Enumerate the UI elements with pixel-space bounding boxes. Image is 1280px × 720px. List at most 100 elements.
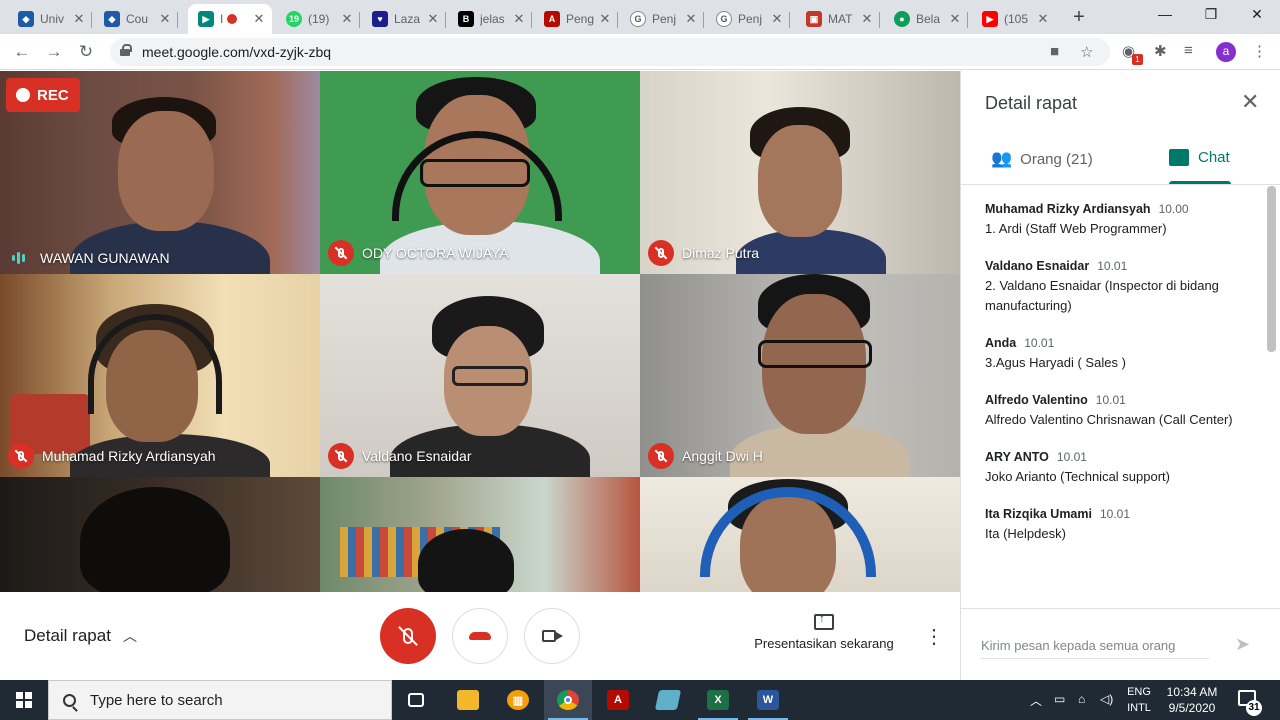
taskbar: Type here to search ▥ A X W ︿ ▭ ⌂ ◁) ENG… <box>0 680 1280 720</box>
message-text: Ita (Helpdesk) <box>985 526 1066 541</box>
camera-toggle-button[interactable] <box>524 608 580 664</box>
participant-tile[interactable]: Muhamad Rizky Ardiansyah <box>0 274 320 477</box>
close-icon[interactable]: ✕ <box>72 11 86 27</box>
meeting-details-button[interactable]: Detail rapat ︿ <box>24 626 137 646</box>
present-now-button[interactable]: Presentasikan sekarang <box>752 611 896 651</box>
more-options-icon[interactable]: ⋮ <box>924 624 944 649</box>
browser-tab[interactable]: G Penj ✕ <box>706 4 790 34</box>
speaking-indicator-icon <box>12 251 28 265</box>
address-bar[interactable]: meet.google.com/vxd-zyjk-zbq ■ ☆ <box>110 38 1110 66</box>
acrobat-button[interactable]: A <box>594 680 642 720</box>
app-button[interactable]: ▥ <box>494 680 542 720</box>
clock[interactable]: 10:34 AM 9/5/2020 <box>1160 684 1224 716</box>
minimize-button[interactable]: — <box>1142 0 1188 30</box>
app-icon: ▥ <box>507 690 529 710</box>
windows-start-icon[interactable] <box>16 692 32 708</box>
scrollbar[interactable] <box>1267 186 1276 352</box>
mic-off-icon <box>8 443 34 469</box>
participant-tile[interactable] <box>320 477 640 592</box>
chrome-button[interactable] <box>544 680 592 720</box>
close-icon[interactable]: ✕ <box>684 11 698 27</box>
chat-message: ARY ANTO 10.01 Joko Arianto (Technical su… <box>985 449 1261 487</box>
participant-tile[interactable] <box>640 477 960 592</box>
leave-call-button[interactable] <box>452 608 508 664</box>
panel-title: Detail rapat <box>985 93 1078 113</box>
tab-chat[interactable]: Chat <box>1169 149 1230 166</box>
reload-button[interactable]: ↻ <box>74 40 98 64</box>
browser-tab[interactable]: ♥ Laza ✕ <box>362 4 446 34</box>
new-tab-button[interactable]: + <box>1068 6 1090 28</box>
browser-tab[interactable]: B jelas ✕ <box>448 4 532 34</box>
forward-button[interactable]: → <box>42 40 66 64</box>
close-icon[interactable]: ✕ <box>860 11 874 27</box>
message-sender: Valdano Esnaidar <box>985 259 1090 273</box>
media-control-icon[interactable]: ≡ <box>1184 42 1193 59</box>
bookmark-star-icon[interactable]: ☆ <box>1080 43 1093 61</box>
browser-tab-active[interactable]: ▶ I ✕ <box>188 4 272 34</box>
participant-tile[interactable]: Anggit Dwi H <box>640 274 960 477</box>
participant-tile[interactable] <box>0 477 320 592</box>
browser-tab[interactable]: ◆ Univ ✕ <box>8 4 92 34</box>
chat-input[interactable]: Kirim pesan kepada semua orang <box>981 638 1175 653</box>
browser-tab[interactable]: G Penj ✕ <box>620 4 704 34</box>
network-icon[interactable]: ⌂ <box>1078 692 1085 706</box>
restore-button[interactable]: ❐ <box>1188 0 1234 30</box>
browser-tab[interactable]: ▶ (105 ✕ <box>972 4 1056 34</box>
chevron-up-icon[interactable]: ︿ <box>1030 692 1042 709</box>
close-icon[interactable]: ✕ <box>1241 89 1259 115</box>
avatar[interactable]: a <box>1216 42 1236 62</box>
message-text: 2. Valdano Esnaidar (Inspector di bidang… <box>985 278 1219 313</box>
close-icon[interactable]: ✕ <box>426 11 440 27</box>
browser-tab[interactable]: ● Bela ✕ <box>884 4 968 34</box>
search-icon <box>63 693 76 707</box>
slides-icon: ▣ <box>806 11 822 27</box>
browser-tab[interactable]: ▣ MAT ✕ <box>796 4 880 34</box>
browser-tab[interactable]: ◆ Cou ✕ <box>94 4 178 34</box>
message-sender: Anda <box>985 336 1017 350</box>
mic-toggle-button[interactable] <box>380 608 436 664</box>
close-window-button[interactable]: ✕ <box>1234 0 1280 30</box>
message-time: 10.00 <box>1158 202 1189 216</box>
participant-tile[interactable]: REC WAWAN GUNAWAN <box>0 71 320 274</box>
message-time: 10.01 <box>1024 336 1055 350</box>
close-icon[interactable]: ✕ <box>252 11 266 27</box>
volume-icon[interactable]: ◁) <box>1100 692 1113 706</box>
participant-name: Dimaz Putra <box>648 240 759 266</box>
browser-tab[interactable]: 19 (19) ✕ <box>276 4 360 34</box>
file-explorer-button[interactable] <box>444 680 492 720</box>
excel-button[interactable]: X <box>694 680 742 720</box>
app-icon <box>654 690 682 710</box>
participant-tile[interactable]: ODY OCTORA WIJAYA <box>320 71 640 274</box>
close-icon[interactable]: ✕ <box>340 11 354 27</box>
chat-icon <box>1169 149 1189 166</box>
taskbar-search[interactable]: Type here to search <box>48 680 392 720</box>
message-sender: Alfredo Valentino <box>985 393 1088 407</box>
participant-tile[interactable]: Valdano Esnaidar <box>320 274 640 477</box>
message-sender: Ita Rizqika Umami <box>985 507 1092 521</box>
battery-icon[interactable]: ▭ <box>1054 692 1065 706</box>
close-icon[interactable]: ✕ <box>158 11 172 27</box>
meeting-controls: Detail rapat ︿ Presentasikan sekarang ⋮ <box>0 592 960 680</box>
participant-tile[interactable]: Dimaz Putra <box>640 71 960 274</box>
tab-people[interactable]: 👥 Orang (21) <box>991 149 1093 169</box>
menu-icon[interactable]: ⋮ <box>1252 42 1267 60</box>
close-icon[interactable]: ✕ <box>770 11 784 27</box>
participant-name: Valdano Esnaidar <box>328 443 471 469</box>
participant-name: WAWAN GUNAWAN <box>8 250 170 266</box>
puzzle-icon[interactable]: ✱ <box>1154 42 1167 60</box>
input-language[interactable]: ENG INTL <box>1124 684 1154 716</box>
word-button[interactable]: W <box>744 680 792 720</box>
task-view-button[interactable] <box>392 680 440 720</box>
back-button[interactable]: ← <box>10 40 34 64</box>
close-icon[interactable]: ✕ <box>512 11 526 27</box>
close-icon[interactable]: ✕ <box>598 11 612 27</box>
close-icon[interactable]: ✕ <box>1036 11 1050 27</box>
youtube-icon: ▶ <box>982 11 998 27</box>
browser-tab[interactable]: A Peng ✕ <box>534 4 618 34</box>
close-icon[interactable]: ✕ <box>948 11 962 27</box>
extension-badge: 1 <box>1132 54 1143 65</box>
camera-icon[interactable]: ■ <box>1050 43 1059 60</box>
app-button[interactable] <box>644 680 692 720</box>
send-icon[interactable]: ➤ <box>1235 634 1250 655</box>
message-time: 10.01 <box>1095 393 1126 407</box>
